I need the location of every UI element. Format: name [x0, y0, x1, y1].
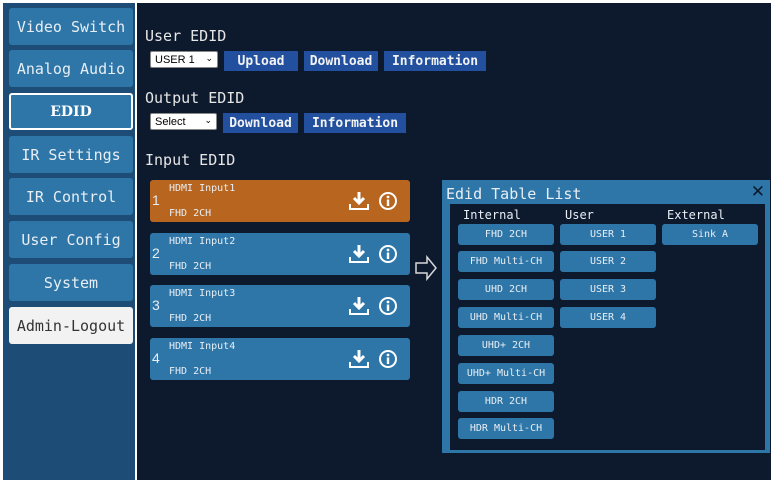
- user-information-button[interactable]: Information: [384, 51, 486, 71]
- edid-option-internal[interactable]: UHD Multi-CH: [458, 307, 554, 328]
- chevron-down-icon: ⌄: [204, 115, 212, 125]
- edid-option-internal[interactable]: UHD+ 2CH: [458, 335, 554, 356]
- main-content: User EDID USER 1 ⌄ Upload Download Infor…: [137, 3, 771, 480]
- input-edid-value: FHD 2CH: [169, 313, 212, 324]
- column-header-internal: Internal: [463, 208, 521, 222]
- edid-option-user[interactable]: USER 2: [560, 251, 656, 272]
- nav-ir-settings[interactable]: IR Settings: [9, 136, 133, 173]
- download-icon[interactable]: [349, 244, 369, 264]
- info-icon[interactable]: [378, 191, 398, 211]
- nav-system[interactable]: System: [9, 264, 133, 301]
- input-name: HDMI Input3: [169, 288, 236, 299]
- input-edid-value: FHD 2CH: [169, 208, 212, 219]
- user-edid-select-value: USER 1: [155, 53, 195, 66]
- input-name: HDMI Input2: [169, 236, 236, 247]
- edid-option-internal[interactable]: HDR 2CH: [458, 391, 554, 412]
- arrow-right-icon: [415, 255, 437, 281]
- edid-option-internal[interactable]: HDR Multi-CH: [458, 418, 554, 439]
- output-edid-title: Output EDID: [145, 89, 245, 107]
- input-card-1[interactable]: HDMI Input1 1 FHD 2CH: [150, 180, 410, 222]
- edid-option-internal[interactable]: FHD Multi-CH: [458, 251, 554, 272]
- user-edid-title: User EDID: [145, 27, 227, 45]
- edid-option-internal[interactable]: UHD 2CH: [458, 279, 554, 300]
- output-download-button[interactable]: Download: [223, 113, 298, 133]
- output-edid-select[interactable]: Select ⌄: [150, 113, 217, 130]
- edid-option-external[interactable]: Sink A: [662, 224, 758, 245]
- input-number: 3: [152, 297, 160, 313]
- input-edid-value: FHD 2CH: [169, 366, 212, 377]
- info-icon[interactable]: [378, 244, 398, 264]
- download-icon[interactable]: [349, 296, 369, 316]
- input-name: HDMI Input4: [169, 341, 236, 352]
- input-card-4[interactable]: HDMI Input4 4 FHD 2CH: [150, 338, 410, 380]
- edid-option-user[interactable]: USER 3: [560, 279, 656, 300]
- edid-option-internal[interactable]: FHD 2CH: [458, 224, 554, 245]
- input-name: HDMI Input1: [169, 183, 236, 194]
- chevron-down-icon: ⌄: [205, 53, 213, 63]
- edid-table-panel: Edid Table List ✕ Internal User External…: [442, 180, 770, 453]
- edid-option-user[interactable]: USER 1: [560, 224, 656, 245]
- nav-admin-logout[interactable]: Admin-Logout: [9, 307, 133, 344]
- edid-table-title: Edid Table List: [446, 185, 582, 203]
- input-edid-value: FHD 2CH: [169, 261, 212, 272]
- nav-video-switch[interactable]: Video Switch: [9, 8, 133, 45]
- nav-edid[interactable]: EDID: [9, 93, 133, 130]
- edid-option-internal[interactable]: UHD+ Multi-CH: [458, 363, 554, 384]
- close-icon[interactable]: ✕: [751, 182, 765, 202]
- nav-user-config[interactable]: User Config: [9, 221, 133, 258]
- input-card-3[interactable]: HDMI Input3 3 FHD 2CH: [150, 285, 410, 327]
- sidebar: Video Switch Analog Audio EDID IR Settin…: [3, 3, 135, 480]
- info-icon[interactable]: [378, 349, 398, 369]
- input-number: 2: [152, 245, 160, 261]
- input-card-2[interactable]: HDMI Input2 2 FHD 2CH: [150, 233, 410, 275]
- user-download-button[interactable]: Download: [304, 51, 378, 71]
- edid-option-user[interactable]: USER 4: [560, 307, 656, 328]
- column-header-external: External: [667, 208, 725, 222]
- edid-table-body: Internal User External FHD 2CH FHD Multi…: [450, 204, 765, 450]
- upload-button[interactable]: Upload: [224, 51, 298, 71]
- input-number: 4: [152, 350, 160, 366]
- info-icon[interactable]: [378, 296, 398, 316]
- output-edid-select-value: Select: [155, 115, 186, 128]
- user-edid-select[interactable]: USER 1 ⌄: [150, 51, 218, 68]
- column-header-user: User: [565, 208, 594, 222]
- input-edid-title: Input EDID: [145, 151, 236, 169]
- input-number: 1: [152, 192, 160, 208]
- download-icon[interactable]: [349, 191, 369, 211]
- nav-ir-control[interactable]: IR Control: [9, 178, 133, 215]
- download-icon[interactable]: [349, 349, 369, 369]
- nav-analog-audio[interactable]: Analog Audio: [9, 50, 133, 87]
- output-information-button[interactable]: Information: [304, 113, 406, 133]
